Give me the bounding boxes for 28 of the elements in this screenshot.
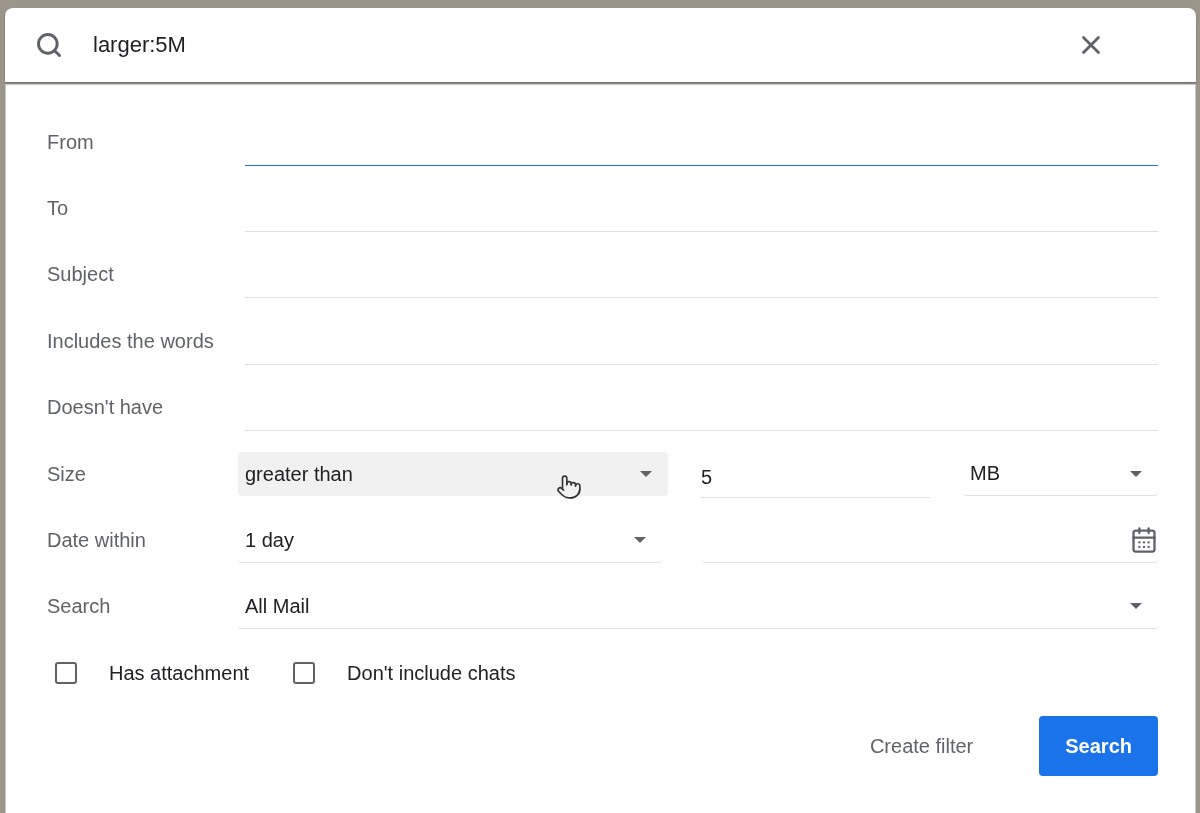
field-label: Doesn't have: [47, 396, 165, 420]
field-label: Subject: [47, 263, 115, 287]
create-filter-button[interactable]: Create filter: [843, 716, 1000, 777]
search-input[interactable]: larger:5M: [91, 31, 1076, 59]
caret-icon: [1130, 470, 1142, 477]
field-label: From: [47, 130, 95, 154]
checkbox-label: Don't include chats: [347, 661, 516, 685]
date-dropdown[interactable]: 1 day: [238, 518, 662, 563]
checkbox-label: Has attachment: [109, 661, 250, 685]
search-button[interactable]: Search: [1039, 716, 1158, 777]
field-label: To: [47, 197, 70, 221]
pointer-cursor-icon: [556, 474, 582, 501]
field-label: Includes the words: [47, 329, 215, 353]
caret-icon: [1130, 603, 1142, 610]
size-dropdown[interactable]: greater than: [238, 452, 668, 497]
search-bar[interactable]: larger:5M: [5, 8, 1196, 82]
field-label: Date within: [47, 529, 147, 553]
field-label: Search: [47, 595, 112, 619]
mailbox-dropdown[interactable]: All Mail: [238, 584, 1158, 629]
checkbox[interactable]: [293, 662, 316, 685]
unit-dropdown[interactable]: MB: [963, 452, 1158, 497]
caret-icon: [640, 471, 652, 478]
size-input[interactable]: 5: [701, 458, 930, 498]
calendar-icon: [1130, 526, 1158, 555]
caret-icon: [634, 537, 646, 544]
checkbox[interactable]: [55, 662, 77, 685]
search-icon: [35, 31, 63, 59]
field-label: Size: [47, 462, 87, 486]
